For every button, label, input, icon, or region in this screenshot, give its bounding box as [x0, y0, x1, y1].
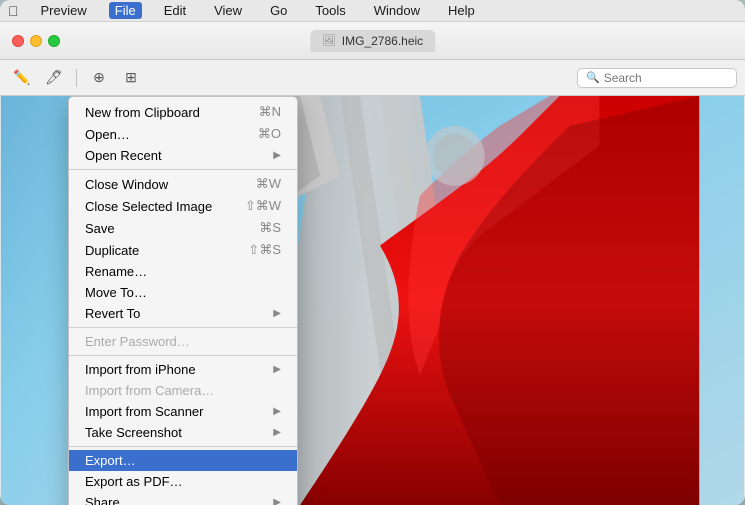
- menu-preview[interactable]: Preview: [35, 2, 93, 19]
- menu-item-export-pdf[interactable]: Export as PDF…: [69, 471, 297, 492]
- close-button[interactable]: [12, 35, 24, 47]
- toolbar-separator-1: [76, 69, 77, 87]
- menu-file[interactable]: File: [109, 2, 142, 19]
- maximize-button[interactable]: [48, 35, 60, 47]
- menu-separator-1: [69, 169, 297, 170]
- tab-title: IMG_2786.heic: [342, 34, 423, 48]
- menu-item-open[interactable]: Open… ⌘O: [69, 123, 297, 145]
- toolbar: ✏️ 🖊 ⊕ ⊞ 🔍: [0, 60, 745, 96]
- menu-go[interactable]: Go: [264, 2, 293, 19]
- file-icon: 🖼: [322, 34, 336, 47]
- menu-item-move-to[interactable]: Move To…: [69, 282, 297, 303]
- minimize-button[interactable]: [30, 35, 42, 47]
- menu-separator-2: [69, 327, 297, 328]
- title-bar: 🖼 IMG_2786.heic: [0, 22, 745, 60]
- app-window:  Preview File Edit View Go Tools Window…: [0, 0, 745, 505]
- menu-item-duplicate[interactable]: Duplicate ⇧⌘S: [69, 239, 297, 261]
- search-input[interactable]: [604, 71, 728, 85]
- content-area: New from Clipboard ⌘N Open… ⌘O Open Rece…: [0, 96, 745, 505]
- menu-item-import-iphone[interactable]: Import from iPhone ▶: [69, 359, 297, 380]
- menu-item-rename[interactable]: Rename…: [69, 261, 297, 282]
- menu-item-close-window[interactable]: Close Window ⌘W: [69, 173, 297, 195]
- crop-btn[interactable]: ⊞: [117, 66, 145, 90]
- menu-item-new-clipboard[interactable]: New from Clipboard ⌘N: [69, 101, 297, 123]
- menu-separator-3: [69, 355, 297, 356]
- menu-item-export[interactable]: Export…: [69, 450, 297, 471]
- pen-btn[interactable]: 🖊: [40, 66, 68, 90]
- menu-item-revert[interactable]: Revert To ▶: [69, 303, 297, 324]
- menu-item-take-screenshot[interactable]: Take Screenshot ▶: [69, 422, 297, 443]
- menu-tools[interactable]: Tools: [309, 2, 351, 19]
- markup-btn[interactable]: ✏️: [8, 66, 36, 90]
- window-tab[interactable]: 🖼 IMG_2786.heic: [310, 30, 435, 52]
- menu-window[interactable]: Window: [368, 2, 426, 19]
- traffic-lights: [12, 35, 60, 47]
- search-icon: 🔍: [586, 71, 600, 84]
- menu-separator-4: [69, 446, 297, 447]
- menu-edit[interactable]: Edit: [158, 2, 192, 19]
- menu-bar:  Preview File Edit View Go Tools Window…: [0, 0, 745, 22]
- menu-view[interactable]: View: [208, 2, 248, 19]
- file-menu-dropdown: New from Clipboard ⌘N Open… ⌘O Open Rece…: [68, 96, 298, 505]
- menu-help[interactable]: Help: [442, 2, 481, 19]
- search-box[interactable]: 🔍: [577, 68, 737, 88]
- menu-item-open-recent[interactable]: Open Recent ▶: [69, 145, 297, 166]
- menu-item-close-selected[interactable]: Close Selected Image ⇧⌘W: [69, 195, 297, 217]
- menu-item-import-scanner[interactable]: Import from Scanner ▶: [69, 401, 297, 422]
- menu-item-import-camera: Import from Camera…: [69, 380, 297, 401]
- adjust-btn[interactable]: ⊕: [85, 66, 113, 90]
- apple-menu[interactable]: : [8, 3, 19, 19]
- menu-item-share[interactable]: Share ▶: [69, 492, 297, 505]
- menu-item-enter-password: Enter Password…: [69, 331, 297, 352]
- menu-item-save[interactable]: Save ⌘S: [69, 217, 297, 239]
